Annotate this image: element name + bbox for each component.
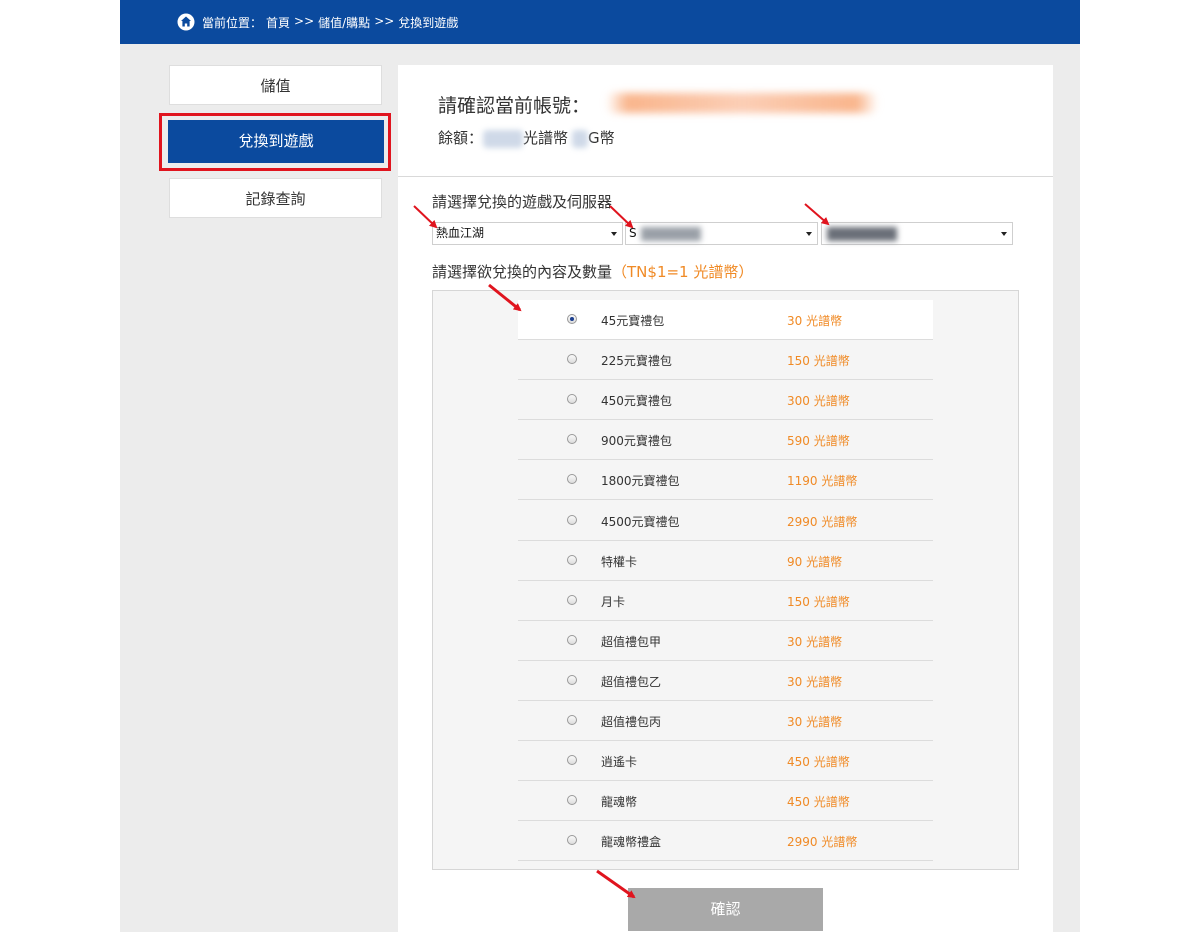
- breadcrumb-prefix: 當前位置：: [202, 16, 263, 30]
- list-item[interactable]: 225元寶禮包 150 光譜幣: [518, 340, 933, 381]
- list-item[interactable]: 1800元寶禮包 1190 光譜幣: [518, 460, 933, 501]
- dropdown-caret-icon: [611, 232, 617, 236]
- server-select-label: 請選擇兌換的遊戲及伺服器: [432, 193, 613, 211]
- item-price: 30 光譜幣: [787, 634, 843, 649]
- balance-unit-g: G幣: [588, 129, 615, 147]
- item-price: 1190 光譜幣: [787, 474, 858, 489]
- home-icon[interactable]: [177, 13, 195, 31]
- item-price: 590 光譜幣: [787, 434, 850, 449]
- item-price: 90 光譜幣: [787, 554, 843, 569]
- confirm-button[interactable]: 確認: [628, 888, 823, 931]
- item-name: 特權卡: [601, 554, 638, 569]
- item-price: 150 光譜幣: [787, 594, 850, 609]
- balance-prefix: 餘額：: [438, 129, 484, 147]
- character-select[interactable]: [821, 222, 1013, 245]
- breadcrumb-separator: >>: [294, 14, 315, 28]
- item-name: 超值禮包丙: [601, 715, 662, 729]
- item-name: 龍魂幣禮盒: [601, 835, 662, 850]
- radio-button[interactable]: [567, 674, 577, 685]
- server-select-value: S: [629, 226, 637, 240]
- radio-button[interactable]: [567, 514, 577, 525]
- game-select[interactable]: 熱血江湖: [432, 222, 623, 245]
- balance-unit-spectrum: 光譜幣: [523, 129, 569, 147]
- item-name: 月卡: [601, 594, 626, 609]
- radio-button[interactable]: [567, 715, 577, 725]
- item-price: 150 光譜幣: [787, 354, 850, 369]
- item-price: 2990 光譜幣: [787, 835, 858, 850]
- radio-button[interactable]: [567, 314, 577, 324]
- list-item[interactable]: 超值禮包丙 30 光譜幣: [518, 701, 933, 741]
- list-item[interactable]: 月卡 150 光譜幣: [518, 581, 933, 621]
- list-item[interactable]: 4500元寶禮包 2990 光譜幣: [518, 501, 933, 541]
- redacted-email: [606, 93, 878, 113]
- sidebar-item-records[interactable]: 記錄查詢: [169, 178, 382, 218]
- radio-button[interactable]: [567, 594, 577, 605]
- game-select-value: 熱血江湖: [436, 226, 485, 240]
- radio-button[interactable]: [567, 755, 577, 766]
- list-item[interactable]: 超值禮包甲 30 光譜幣: [518, 621, 933, 661]
- item-name: 450元寶禮包: [601, 394, 672, 409]
- top-bar: 當前位置： 首頁 >> 儲值/購點 >> 兌換到遊戲: [120, 0, 1080, 44]
- item-price: 300 光譜幣: [787, 394, 850, 409]
- list-item[interactable]: 450元寶禮包 300 光譜幣: [518, 380, 933, 421]
- item-name: 逍遙卡: [601, 755, 638, 770]
- radio-button[interactable]: [567, 554, 577, 565]
- item-price: 30 光譜幣: [787, 715, 843, 729]
- radio-button[interactable]: [567, 434, 577, 445]
- item-name: 900元寶禮包: [601, 434, 672, 449]
- redacted-server: [640, 226, 701, 241]
- item-name: 4500元寶禮包: [601, 514, 680, 529]
- dropdown-caret-icon: [806, 232, 812, 236]
- list-item[interactable]: 超值禮包乙 30 光譜幣: [518, 661, 933, 701]
- item-name: 超值禮包甲: [601, 634, 662, 649]
- divider: [398, 176, 1053, 177]
- radio-button[interactable]: [567, 634, 577, 645]
- redacted-character: [827, 226, 897, 241]
- item-select-label-text: 請選擇欲兌換的內容及數量: [432, 263, 613, 281]
- item-price: 450 光譜幣: [787, 795, 850, 810]
- breadcrumb-current: 兌換到遊戲: [398, 16, 459, 30]
- list-item[interactable]: 45元寶禮包 30 光譜幣: [518, 300, 933, 340]
- server-select[interactable]: S: [625, 222, 818, 245]
- radio-button[interactable]: [567, 795, 577, 806]
- redacted-balance: [483, 129, 524, 148]
- radio-button[interactable]: [567, 474, 577, 485]
- sidebar-item-exchange[interactable]: 兌換到遊戲: [168, 120, 384, 163]
- item-price: 30 光譜幣: [787, 314, 843, 328]
- radio-button[interactable]: [567, 835, 577, 846]
- radio-button[interactable]: [567, 394, 577, 405]
- exchange-rate: （TN$1=1 光譜幣）: [612, 263, 754, 281]
- list-item[interactable]: 龍魂幣禮盒 2990 光譜幣: [518, 821, 933, 862]
- dropdown-caret-icon: [1001, 232, 1007, 236]
- list-item[interactable]: 龍魂幣 450 光譜幣: [518, 781, 933, 822]
- item-price: 2990 光譜幣: [787, 514, 858, 529]
- breadcrumb: 當前位置： 首頁 >> 儲值/購點 >> 兌換到遊戲: [202, 14, 462, 31]
- list-item[interactable]: 逍遙卡 450 光譜幣: [518, 741, 933, 782]
- item-name: 45元寶禮包: [601, 314, 665, 328]
- breadcrumb-separator: >>: [374, 14, 395, 28]
- item-name: 超值禮包乙: [601, 674, 662, 689]
- item-select-label: 請選擇欲兌換的內容及數量（TN$1=1 光譜幣）: [432, 261, 753, 282]
- item-name: 龍魂幣: [601, 795, 638, 810]
- item-price: 30 光譜幣: [787, 674, 843, 689]
- sidebar-item-topup[interactable]: 儲值: [169, 65, 382, 105]
- redacted-balance: [572, 129, 589, 148]
- item-price: 450 光譜幣: [787, 755, 850, 770]
- item-name: 1800元寶禮包: [601, 474, 680, 489]
- list-item[interactable]: 900元寶禮包 590 光譜幣: [518, 420, 933, 461]
- radio-button[interactable]: [567, 354, 577, 365]
- breadcrumb-home-link[interactable]: 首頁: [266, 14, 290, 31]
- breadcrumb-topup-link[interactable]: 儲值/購點: [318, 14, 370, 31]
- account-title: 請確認當前帳號：: [438, 95, 591, 117]
- balance-line: 餘額： 光譜幣 G幣: [438, 127, 615, 148]
- list-item[interactable]: 特權卡 90 光譜幣: [518, 541, 933, 581]
- item-name: 225元寶禮包: [601, 354, 672, 369]
